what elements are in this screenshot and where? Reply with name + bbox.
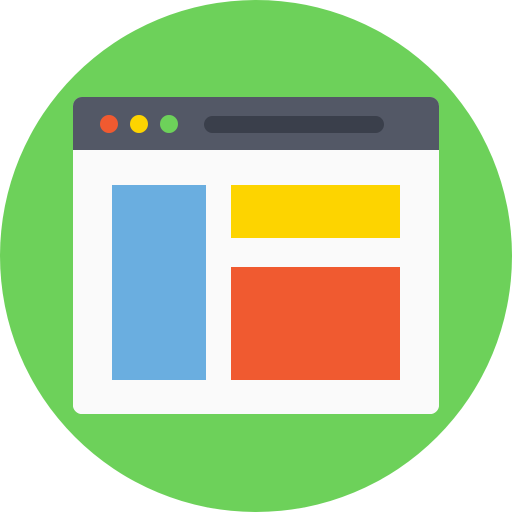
address-bar <box>204 116 384 133</box>
browser-window-icon <box>73 97 439 414</box>
header-banner-block <box>231 185 400 238</box>
maximize-dot-icon <box>160 115 178 133</box>
browser-titlebar <box>73 97 439 150</box>
close-dot-icon <box>100 115 118 133</box>
website-layout-icon <box>0 0 512 512</box>
browser-content-area <box>73 150 439 414</box>
main-content-block <box>231 267 400 380</box>
minimize-dot-icon <box>130 115 148 133</box>
sidebar-block <box>112 185 206 380</box>
